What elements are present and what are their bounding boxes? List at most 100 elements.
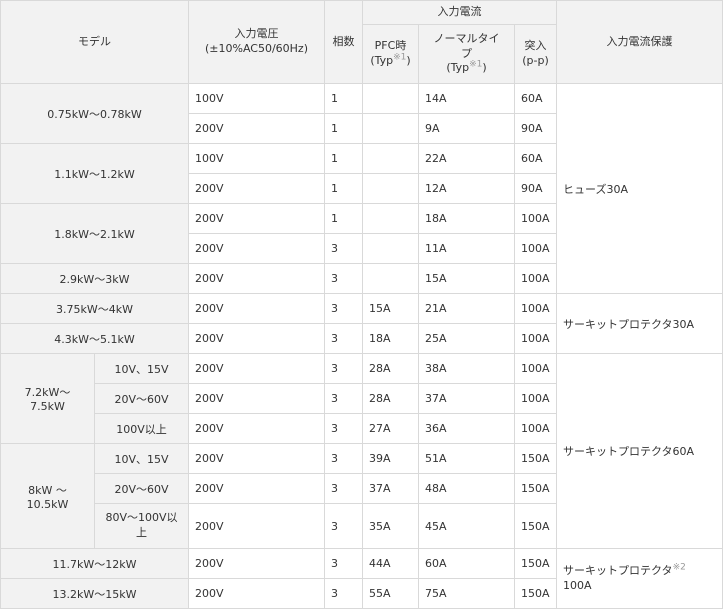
spec-table: モデル 入力電圧 (±10%AC50/60Hz) 相数 入力電流 入力電流保護 …	[0, 0, 723, 609]
header-pfc-close: )	[406, 54, 411, 67]
protection-value: 100A	[563, 578, 592, 592]
inrush-current-cell: 100A	[514, 293, 557, 324]
model-cell: 0.75kW～0.78kW	[0, 83, 189, 144]
submodel-cell: 20V～60V	[94, 383, 189, 414]
model-cell: 4.3kW～5.1kW	[0, 323, 189, 354]
phase-cell: 1	[324, 203, 363, 234]
inrush-current-cell: 100A	[514, 353, 557, 384]
submodel-cell: 10V、15V	[94, 443, 189, 474]
voltage-cell: 200V	[188, 443, 325, 474]
header-voltage-line2: (±10%AC50/60Hz)	[204, 42, 308, 55]
normal-current-cell: 21A	[418, 293, 515, 324]
header-voltage-line1: 入力電圧	[234, 27, 279, 41]
model-cell: 1.8kW～2.1kW	[0, 203, 189, 264]
phase-cell: 3	[324, 233, 363, 264]
phase-cell: 3	[324, 443, 363, 474]
pfc-current-cell: 28A	[362, 353, 419, 384]
phase-cell: 3	[324, 548, 363, 579]
model-cell: 8kW ～10.5kW	[0, 443, 95, 549]
normal-current-cell: 9A	[418, 113, 515, 144]
phase-cell: 3	[324, 293, 363, 324]
pfc-current-cell	[362, 173, 419, 204]
inrush-current-cell: 150A	[514, 578, 557, 609]
voltage-cell: 200V	[188, 548, 325, 579]
pfc-current-cell: 28A	[362, 383, 419, 414]
voltage-cell: 200V	[188, 113, 325, 144]
phase-cell: 1	[324, 143, 363, 174]
pfc-current-cell: 18A	[362, 323, 419, 354]
protection-cell: サーキットプロテクタ※2 100A	[556, 548, 723, 609]
voltage-cell: 200V	[188, 203, 325, 234]
pfc-current-cell: 44A	[362, 548, 419, 579]
header-pfc-typ: (Typ	[370, 54, 394, 67]
normal-current-cell: 75A	[418, 578, 515, 609]
voltage-cell: 100V	[188, 143, 325, 174]
phase-cell: 1	[324, 83, 363, 114]
submodel-cell: 100V以上	[94, 413, 189, 444]
pfc-current-cell	[362, 203, 419, 234]
voltage-cell: 200V	[188, 383, 325, 414]
footnote-2-marker: ※2	[672, 562, 686, 572]
phase-cell: 3	[324, 473, 363, 504]
inrush-current-cell: 150A	[514, 473, 557, 504]
voltage-cell: 200V	[188, 323, 325, 354]
voltage-cell: 200V	[188, 293, 325, 324]
header-voltage: 入力電圧 (±10%AC50/60Hz)	[188, 0, 325, 84]
voltage-cell: 200V	[188, 503, 325, 549]
normal-current-cell: 15A	[418, 263, 515, 294]
phase-cell: 3	[324, 578, 363, 609]
model-cell: 2.9kW～3kW	[0, 263, 189, 294]
pfc-current-cell: 37A	[362, 473, 419, 504]
voltage-cell: 200V	[188, 578, 325, 609]
pfc-current-cell	[362, 143, 419, 174]
header-normal-close: )	[482, 61, 487, 75]
submodel-cell: 10V、15V	[94, 353, 189, 384]
voltage-cell: 100V	[188, 83, 325, 114]
pfc-current-cell: 27A	[362, 413, 419, 444]
inrush-current-cell: 90A	[514, 173, 557, 204]
normal-current-cell: 60A	[418, 548, 515, 579]
voltage-cell: 200V	[188, 473, 325, 504]
inrush-current-cell: 150A	[514, 443, 557, 474]
protection-cell: サーキットプロテクタ60A	[556, 353, 723, 549]
model-cell: 3.75kW～4kW	[0, 293, 189, 324]
inrush-current-cell: 150A	[514, 548, 557, 579]
inrush-current-cell: 60A	[514, 143, 557, 174]
footnote-1-marker: ※1	[393, 52, 407, 63]
normal-current-cell: 37A	[418, 383, 515, 414]
normal-current-cell: 14A	[418, 83, 515, 114]
header-normal-label: ノーマルタイプ	[433, 31, 500, 60]
phase-cell: 3	[324, 503, 363, 549]
header-current-group: 入力電流	[362, 0, 557, 25]
normal-current-cell: 11A	[418, 233, 515, 264]
phase-cell: 3	[324, 323, 363, 354]
phase-cell: 3	[324, 383, 363, 414]
header-protection: 入力電流保護	[556, 0, 723, 84]
inrush-current-cell: 60A	[514, 83, 557, 114]
normal-current-cell: 18A	[418, 203, 515, 234]
voltage-cell: 200V	[188, 263, 325, 294]
inrush-current-cell: 150A	[514, 503, 557, 549]
normal-current-cell: 22A	[418, 143, 515, 174]
header-model: モデル	[0, 0, 189, 84]
inrush-current-cell: 100A	[514, 233, 557, 264]
footnote-1-marker: ※1	[469, 59, 483, 70]
header-inrush-sub: (p-p)	[522, 54, 549, 67]
phase-cell: 3	[324, 263, 363, 294]
pfc-current-cell	[362, 113, 419, 144]
header-pfc-label: PFC時	[374, 39, 407, 53]
normal-current-cell: 51A	[418, 443, 515, 474]
protection-cell: ヒューズ30A	[556, 83, 723, 294]
pfc-current-cell	[362, 83, 419, 114]
normal-current-cell: 38A	[418, 353, 515, 384]
header-normal-typ: (Typ	[446, 61, 470, 75]
pfc-current-cell: 55A	[362, 578, 419, 609]
normal-current-cell: 36A	[418, 413, 515, 444]
voltage-cell: 200V	[188, 353, 325, 384]
header-pfc: PFC時 (Typ※1)	[362, 24, 419, 84]
header-inrush-label: 突入	[524, 39, 547, 53]
normal-current-cell: 12A	[418, 173, 515, 204]
voltage-cell: 200V	[188, 173, 325, 204]
inrush-current-cell: 100A	[514, 413, 557, 444]
inrush-current-cell: 100A	[514, 203, 557, 234]
